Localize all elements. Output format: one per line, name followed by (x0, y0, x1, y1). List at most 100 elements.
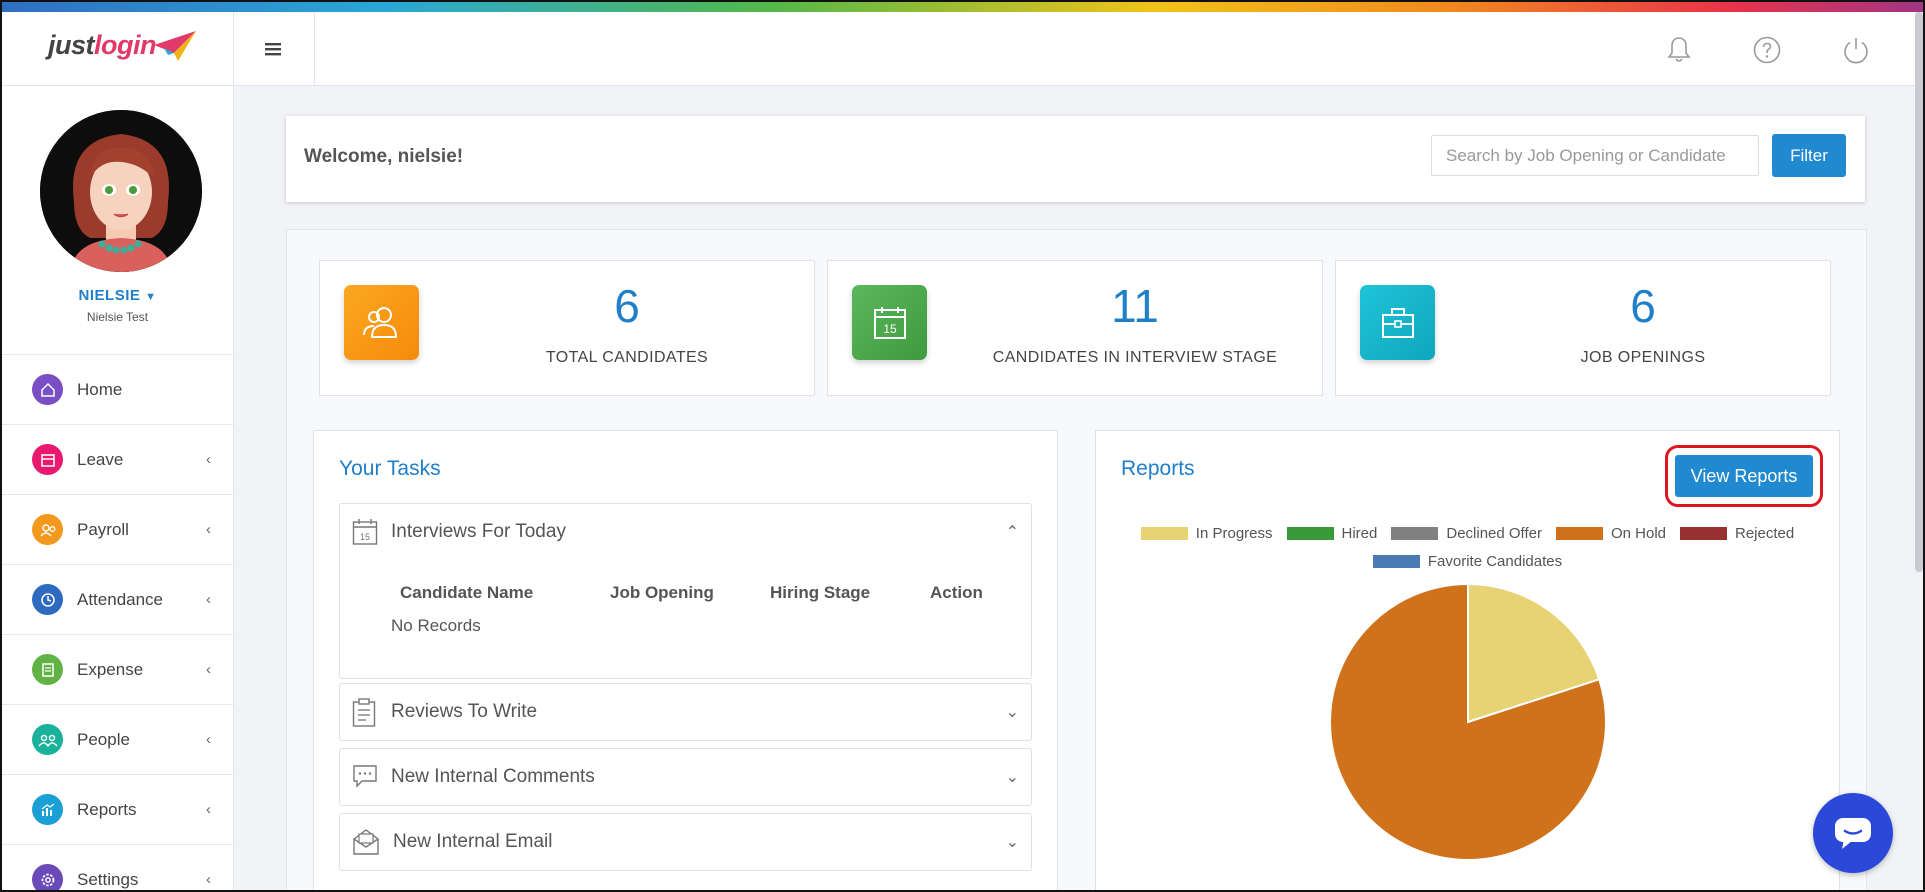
app-window: justlogin NIELSIE ▼ Nielsie Test Home Le… (0, 0, 1925, 892)
logo-text-login: login (94, 30, 156, 60)
accordion-interviews-today: 15 Interviews For Today ⌃ Candidate Name… (339, 503, 1032, 679)
chevron-left-icon: ‹ (206, 661, 211, 678)
sidebar-item-label: Leave (77, 449, 124, 469)
legend-swatch (1372, 555, 1420, 568)
chevron-left-icon: ‹ (206, 521, 211, 538)
welcome-bar: Welcome, nielsie! Filter (286, 116, 1865, 202)
home-icon (32, 374, 63, 405)
legend-label: Hired (1341, 525, 1378, 542)
top-bar: justlogin (2, 12, 1915, 86)
legend-swatch (1286, 527, 1334, 540)
legend-item[interactable]: Hired (1286, 525, 1378, 542)
legend-label: Declined Offer (1446, 525, 1542, 542)
stat-card-total-candidates[interactable]: 6 TOTAL CANDIDATES (319, 260, 815, 396)
calendar-15-icon: 15 (852, 285, 927, 360)
accordion-reviews-to-write[interactable]: Reviews To Write ⌄ (339, 683, 1032, 741)
sidebar-item-home[interactable]: Home (2, 354, 233, 424)
sidebar-item-label: Home (77, 379, 123, 399)
people-icon (32, 724, 63, 755)
column-header-job-opening: Job Opening (610, 583, 714, 602)
user-menu-toggle[interactable]: NIELSIE ▼ (2, 287, 233, 304)
view-reports-button[interactable]: View Reports (1665, 445, 1823, 507)
avatar-illustration (40, 110, 202, 272)
chart-legend-row-1: In Progress Hired Declined Offer On Hold… (1096, 525, 1839, 542)
search-input[interactable] (1431, 135, 1759, 176)
sidebar-item-people[interactable]: People ‹ (2, 704, 233, 774)
sidebar-item-leave[interactable]: Leave ‹ (2, 424, 233, 494)
chart-legend-row-2: Favorite Candidates (1096, 553, 1839, 570)
sidebar-nav: Home Leave ‹ Payroll ‹ Attendance ‹ Expe… (2, 354, 233, 890)
paper-plane-icon (154, 31, 196, 61)
chevron-left-icon: ‹ (206, 801, 211, 818)
chevron-left-icon: ‹ (206, 731, 211, 748)
clock-icon (32, 584, 63, 615)
caret-down-icon: ▼ (145, 291, 157, 303)
chevron-down-icon: ⌄ (1005, 769, 1019, 786)
reports-title: Reports (1121, 457, 1195, 480)
sidebar-item-settings[interactable]: Settings ‹ (2, 844, 233, 890)
legend-label: Rejected (1735, 525, 1795, 542)
chat-button[interactable] (1813, 793, 1893, 873)
legend-item[interactable]: In Progress (1140, 525, 1273, 542)
user-name: NIELSIE (78, 287, 141, 304)
power-icon[interactable] (1840, 34, 1872, 66)
accordion-internal-comments[interactable]: New Internal Comments ⌄ (339, 748, 1032, 806)
accordion-header[interactable]: New Internal Comments ⌄ (340, 749, 1031, 805)
stat-value: 6 (1630, 280, 1656, 332)
legend-item[interactable]: Rejected (1680, 525, 1794, 542)
accordion-title: Interviews For Today (391, 521, 566, 542)
stat-value: 6 (614, 280, 640, 332)
filter-button[interactable]: Filter (1772, 134, 1846, 177)
legend-label: On Hold (1610, 525, 1666, 542)
bell-icon[interactable] (1663, 34, 1695, 66)
sidebar-item-label: Expense (77, 659, 144, 679)
legend-item[interactable]: Declined Offer (1391, 525, 1542, 542)
stat-value: 11 (1111, 280, 1159, 332)
logo[interactable]: justlogin (2, 12, 234, 85)
payroll-icon (32, 514, 63, 545)
comment-icon (353, 765, 377, 788)
hamburger-menu-button[interactable] (233, 12, 315, 85)
page-scrollbar[interactable] (1915, 12, 1923, 572)
sidebar-item-attendance[interactable]: Attendance ‹ (2, 564, 233, 634)
sidebar-item-payroll[interactable]: Payroll ‹ (2, 494, 233, 564)
sidebar-item-label: Attendance (77, 589, 164, 609)
sidebar-item-label: Payroll (77, 519, 129, 539)
stat-label: JOB OPENINGS (1580, 349, 1706, 366)
accordion-internal-email[interactable]: New Internal Email ⌄ (339, 813, 1032, 871)
logo-text-just: just (48, 30, 95, 60)
accordion-title: New Internal Comments (391, 766, 595, 787)
sidebar-item-reports[interactable]: Reports ‹ (2, 774, 233, 844)
gear-icon (32, 864, 63, 890)
legend-label: In Progress (1195, 525, 1273, 542)
chevron-down-icon: ⌄ (1005, 704, 1019, 721)
avatar[interactable] (40, 110, 202, 272)
tasks-title: Your Tasks (339, 457, 441, 480)
chevron-up-icon: ⌃ (1005, 524, 1019, 541)
chevron-left-icon: ‹ (206, 451, 211, 468)
legend-item[interactable]: Favorite Candidates (1372, 553, 1563, 570)
empty-state-text: No Records (391, 616, 481, 635)
stat-card-interview-stage[interactable]: 15 11 CANDIDATES IN INTERVIEW STAGE (827, 260, 1323, 396)
legend-swatch (1140, 527, 1188, 540)
welcome-message: Welcome, nielsie! (304, 146, 464, 167)
help-icon[interactable] (1751, 34, 1783, 66)
accordion-header[interactable]: New Internal Email ⌄ (340, 814, 1031, 870)
chat-bubble-icon (1835, 818, 1871, 849)
dashboard: 6 TOTAL CANDIDATES 15 11 CANDIDATES IN I… (286, 229, 1867, 890)
accordion-header[interactable]: Reviews To Write ⌄ (340, 684, 1031, 740)
users-icon (344, 285, 419, 360)
stat-card-job-openings[interactable]: 6 JOB OPENINGS (1335, 260, 1831, 396)
briefcase-icon (1360, 285, 1435, 360)
stat-label: TOTAL CANDIDATES (545, 349, 709, 366)
column-header-hiring-stage: Hiring Stage (770, 583, 871, 602)
legend-label: Favorite Candidates (1427, 553, 1563, 570)
legend-item[interactable]: On Hold (1555, 525, 1666, 542)
sidebar-item-expense[interactable]: Expense ‹ (2, 634, 233, 704)
user-subtitle: Nielsie Test (86, 310, 149, 324)
accordion-title: Reviews To Write (391, 701, 538, 722)
receipt-icon (32, 654, 63, 685)
chart-icon (32, 794, 63, 825)
accordion-header[interactable]: 15 Interviews For Today ⌃ (340, 504, 1031, 560)
legend-swatch (1391, 527, 1439, 540)
